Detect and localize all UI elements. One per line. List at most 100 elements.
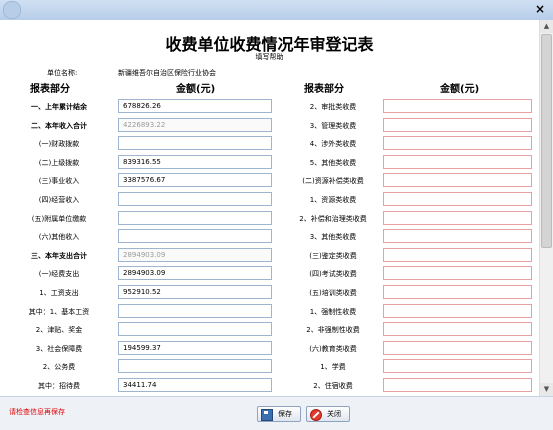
right-amount-input[interactable] [383,247,532,262]
left-amount-input[interactable] [118,303,272,318]
right-item-label: (三)鉴定类收费 [309,251,357,260]
left-item-label: 三、本年支出合计 [31,251,87,260]
no-entry-icon [310,409,322,421]
right-item-label: (二)资源补偿类收费 [302,177,364,186]
form-row: (六)其他收入 3、其他类收费 [0,229,539,246]
left-amount-input: 4226893.22 [118,117,272,132]
right-amount-input[interactable] [383,117,532,132]
right-amount-input[interactable] [383,378,532,392]
right-item-label: 2、住宿收费 [313,382,353,390]
footer-bar: 请检查信息再保存 保存 关闭 [0,396,553,430]
right-amount-input[interactable] [383,229,532,244]
right-amount-input[interactable] [383,340,532,355]
right-amount-input[interactable] [383,154,532,169]
form-row: (一)财政拨款 4、涉外类收费 [0,136,539,153]
right-amount-input[interactable] [383,136,532,151]
form-row: 一、上年累计结余 678826.26 2、审批类收费 [0,99,539,116]
unit-name-value: 新疆维吾尔自治区保险行业协会 [118,69,216,77]
right-amount-input[interactable] [383,99,532,113]
left-amount-input[interactable] [118,192,272,206]
scroll-down-arrow-icon[interactable]: ▼ [540,383,553,396]
left-amount-input[interactable] [118,229,272,244]
left-amount-input: 2894903.09 [118,247,272,262]
form-row: (二)上级拨款 839316.55 5、其他类收费 [0,154,539,172]
left-amount-input[interactable]: 839316.55 [118,154,272,169]
form-row: 3、社会保障费 194599.37 (六)教育类收费 [0,340,539,358]
right-amount-input[interactable] [383,322,532,337]
left-item-label: (六)其他收入 [38,233,80,242]
right-item-label: 1、学费 [320,363,346,372]
unit-name-label: 单位名称: [47,69,78,77]
left-item-label: (四)经营收入 [38,196,80,204]
form-row: (三)事业收入 3387576.67 (二)资源补偿类收费 [0,173,539,190]
left-amount-input[interactable]: 2894903.09 [118,266,272,281]
left-amount-header: 金额(元) [176,84,216,95]
left-amount-input[interactable]: 678826.26 [118,99,272,113]
form-row: (四)经营收入 1、资源类收费 [0,192,539,209]
left-item-label: 一、上年累计结余 [31,103,87,111]
scrollbar-thumb[interactable] [541,34,552,248]
left-amount-input[interactable] [118,359,272,374]
right-item-label: 3、其他类收费 [309,233,357,242]
left-amount-input[interactable] [118,136,272,151]
vertical-scrollbar[interactable]: ▲ ▼ [539,20,553,396]
right-item-label: 2、审批类收费 [309,103,357,111]
floppy-disk-icon [261,409,273,421]
left-item-label: 1、工资支出 [39,289,79,297]
right-amount-input[interactable] [383,210,532,225]
right-amount-input[interactable] [383,303,532,318]
right-item-label: 3、管理类收费 [309,121,357,130]
form-row: (五)附属单位缴款 2、补偿和治理类收费 [0,210,539,228]
form-row: 2、公务费 1、学费 [0,359,539,376]
form-row: 其中：1、基本工资 1、强制性收费 [0,303,539,321]
right-amount-input[interactable] [383,192,532,206]
left-item-label: 2、公务费 [42,363,76,372]
fill-help-link[interactable]: 填写帮助 [0,52,539,62]
left-amount-input[interactable]: 194599.37 [118,340,272,355]
right-item-label: 5、其他类收费 [309,158,357,167]
form-row: 2、津贴、奖金 2、非强制性收费 [0,322,539,339]
right-item-label: 1、强制性收费 [309,307,357,316]
left-amount-input[interactable]: 3387576.67 [118,173,272,188]
left-item-label: (三)事业收入 [38,177,80,186]
left-item-label: 2、津贴、奖金 [35,326,83,335]
form-row: (一)经费支出 2894903.09 (四)考试类收费 [0,266,539,283]
right-section-header: 报表部分 [304,84,344,95]
app-logo-icon [3,1,21,19]
left-item-label: (五)附属单位缴款 [31,214,87,223]
form-row: 1、工资支出 952910.52 (五)培训类收费 [0,285,539,302]
save-button[interactable]: 保存 [257,406,301,422]
right-item-label: (四)考试类收费 [309,270,357,279]
left-item-label: 3、社会保障费 [35,344,83,353]
left-item-label: 其中：招待费 [38,382,80,390]
left-section-header: 报表部分 [30,84,70,95]
window-close-button[interactable]: × [532,2,548,16]
right-amount-header: 金额(元) [440,84,480,95]
right-amount-input[interactable] [383,266,532,281]
right-amount-input[interactable] [383,285,532,299]
left-item-label: (一)经费支出 [38,270,80,279]
scroll-up-arrow-icon[interactable]: ▲ [540,20,553,33]
dialog-window: × 收费单位收费情况年审登记表 填写帮助 单位名称: 新疆维吾尔自治区保险行业协… [0,0,553,430]
left-amount-input[interactable] [118,210,272,225]
left-item-label: (二)上级拨款 [38,158,80,167]
left-item-label: (一)财政拨款 [38,140,80,149]
right-amount-input[interactable] [383,359,532,374]
right-item-label: (五)培训类收费 [309,289,357,297]
right-item-label: 1、资源类收费 [309,196,357,204]
right-item-label: 2、补偿和治理类收费 [299,214,367,223]
save-warning-text: 请检查信息再保存 [9,408,65,416]
form-row: 二、本年收入合计 4226893.22 3、管理类收费 [0,117,539,135]
left-amount-input[interactable]: 952910.52 [118,285,272,299]
left-amount-input[interactable]: 34411.74 [118,378,272,392]
close-button-label: 关闭 [327,410,341,418]
left-amount-input[interactable] [118,322,272,337]
form-content: 收费单位收费情况年审登记表 填写帮助 单位名称: 新疆维吾尔自治区保险行业协会 … [0,20,539,396]
right-amount-input[interactable] [383,173,532,188]
save-button-label: 保存 [278,410,292,418]
form-row: 三、本年支出合计 2894903.09 (三)鉴定类收费 [0,247,539,265]
left-item-label: 二、本年收入合计 [31,121,87,130]
form-row: 其中：招待费 34411.74 2、住宿收费 [0,378,539,395]
right-item-label: 2、非强制性收费 [306,326,360,335]
close-button[interactable]: 关闭 [306,406,350,422]
